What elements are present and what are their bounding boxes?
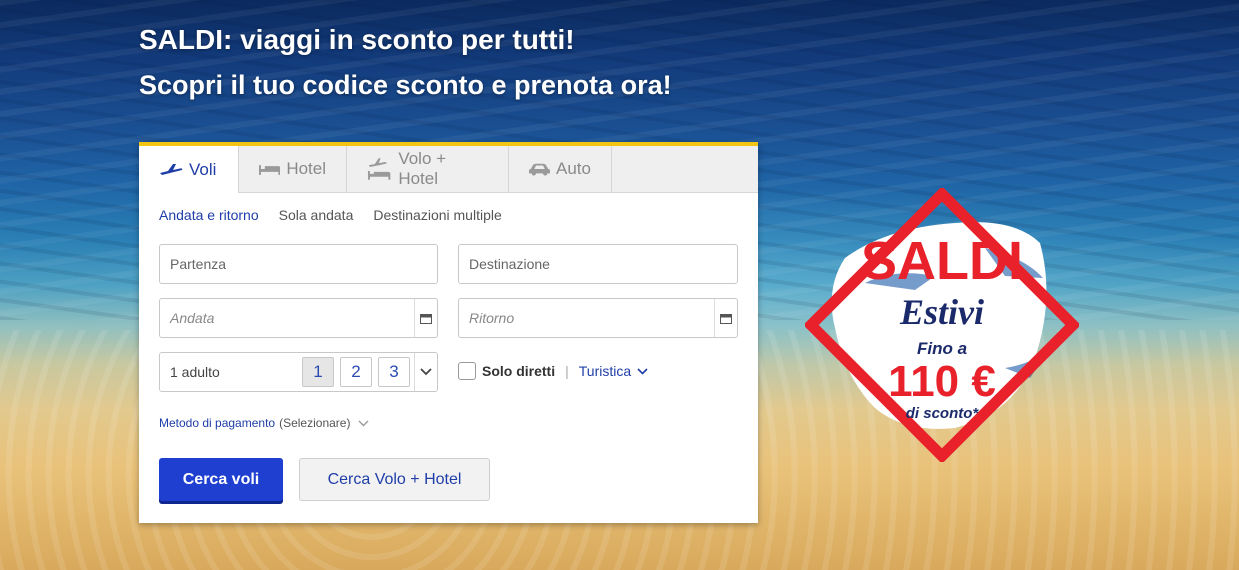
search-flight-hotel-button[interactable]: Cerca Volo + Hotel — [299, 458, 490, 501]
promo-subtitle: Estivi — [899, 292, 984, 332]
tab-label: Voli — [189, 159, 217, 179]
chevron-down-icon — [637, 367, 648, 375]
destination-input[interactable]: Destinazione — [458, 244, 738, 284]
return-date-input[interactable]: Ritorno — [458, 298, 738, 338]
tab-label: Auto — [556, 159, 591, 178]
outbound-date-input[interactable]: Andata — [159, 298, 438, 338]
promo-amount: 110 € — [888, 357, 996, 406]
cabin-class-select[interactable]: Turistica — [579, 363, 648, 379]
passenger-count-3[interactable]: 3 — [378, 357, 410, 387]
product-tabs: Voli Hotel Volo + Hotel Auto — [139, 146, 758, 193]
payment-value: (Selezionare) — [279, 416, 351, 430]
tab-hotel[interactable]: Hotel — [239, 146, 347, 192]
return-placeholder: Ritorno — [469, 310, 515, 326]
tab-label: Volo + Hotel — [398, 149, 447, 188]
promo-badge[interactable]: SALDI Estivi Fino a 110 € di sconto* — [803, 186, 1081, 464]
tab-flight-hotel[interactable]: Volo + Hotel — [347, 146, 509, 192]
trip-type-one-way[interactable]: Sola andata — [279, 207, 354, 223]
destination-placeholder: Destinazione — [469, 256, 550, 272]
hero-subheadline: Scopri il tuo codice sconto e prenota or… — [139, 70, 672, 100]
outbound-placeholder: Andata — [170, 310, 215, 326]
passengers-value: 1 adulto — [170, 364, 220, 380]
plane-bed-icon — [367, 158, 391, 180]
calendar-icon[interactable] — [714, 299, 737, 337]
tab-flights[interactable]: Voli — [139, 146, 239, 193]
promo-upto: Fino a — [916, 339, 968, 358]
plane-icon — [160, 163, 183, 175]
tab-label: Hotel — [286, 159, 326, 178]
search-flights-button[interactable]: Cerca voli — [159, 458, 283, 501]
departure-input[interactable]: Partenza — [159, 244, 438, 284]
search-panel: Voli Hotel Volo + Hotel Auto Andata e ri… — [139, 142, 758, 523]
trip-type-selector: Andata e ritorno Sola andata Destinazion… — [139, 193, 758, 223]
bed-icon — [259, 165, 281, 175]
tab-car[interactable]: Auto — [509, 146, 612, 192]
trip-type-round-trip[interactable]: Andata e ritorno — [159, 207, 259, 223]
passenger-count-2[interactable]: 2 — [340, 357, 372, 387]
options-row: Solo diretti | Turistica — [458, 362, 648, 380]
payment-method-select[interactable]: Metodo di pagamento (Selezionare) — [159, 416, 369, 430]
separator: | — [565, 363, 569, 379]
passenger-count-buttons: 1 2 3 — [302, 357, 410, 387]
payment-label: Metodo di pagamento — [159, 416, 276, 430]
chevron-down-icon[interactable] — [414, 353, 437, 391]
chevron-down-icon — [358, 420, 369, 426]
promo-discount-label: di sconto* — [905, 405, 979, 422]
passenger-count-1[interactable]: 1 — [302, 357, 334, 387]
trip-type-multi-city[interactable]: Destinazioni multiple — [373, 207, 501, 223]
direct-only-checkbox[interactable] — [458, 362, 476, 380]
promo-title: SALDI — [861, 231, 1023, 291]
calendar-icon[interactable] — [414, 299, 437, 337]
car-icon — [529, 163, 551, 176]
passengers-field[interactable]: 1 adulto 1 2 3 — [159, 352, 438, 392]
cabin-class-value: Turistica — [578, 363, 632, 379]
direct-only-label: Solo diretti — [482, 363, 556, 379]
hero-headline: SALDI: viaggi in sconto per tutti! — [139, 24, 575, 55]
departure-placeholder: Partenza — [170, 256, 227, 272]
